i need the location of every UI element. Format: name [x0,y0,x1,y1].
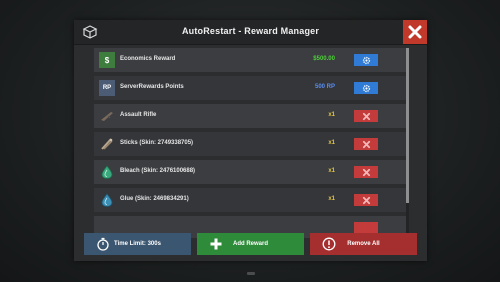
dollar-icon: $ [99,52,115,68]
edit-reward-button[interactable] [354,54,378,66]
bottom-marker [247,272,255,275]
gear-icon [362,56,370,64]
delete-icon [362,112,370,120]
reward-amount: x1 [328,196,335,202]
time-limit-button[interactable]: Time Limit: 300s [84,233,191,255]
reward-label: ServerRewards Points [120,84,184,90]
reward-amount: x1 [328,168,335,174]
delete-icon [362,196,370,204]
add-reward-label: Add Reward [232,241,268,247]
reward-manager-panel: AutoRestart - Reward Manager $ Economics… [74,20,427,261]
close-icon [408,25,422,39]
panel-title: AutoRestart - Reward Manager [181,26,320,36]
reward-label: Bleach (Skin: 2476100688) [120,168,196,174]
stopwatch-icon [97,237,109,251]
scrollbar-thumb[interactable] [406,48,409,203]
rp-icon: RP [99,80,115,96]
reward-row: Glue (Skin: 2469834291) x1 [94,188,406,213]
reward-row: $ Economics Reward $500.00 [94,48,406,73]
reward-label: Sticks (Skin: 2749338705) [120,140,194,146]
add-reward-button[interactable]: Add Reward [197,233,304,255]
reward-label: Economics Reward [120,56,176,62]
time-limit-label: Time Limit: 300s [114,241,161,247]
close-button[interactable] [403,20,427,44]
reward-list[interactable]: $ Economics Reward $500.00 RP ServerRewa… [94,48,406,238]
delete-icon [362,140,370,148]
reward-amount: x1 [328,140,335,146]
rifle-icon [101,112,113,121]
reward-amount: x1 [328,112,335,118]
glue-icon [101,193,113,207]
gear-icon [362,84,370,92]
reward-row: Sticks (Skin: 2749338705) x1 [94,132,406,157]
reward-row: Assault Rifle x1 [94,104,406,129]
remove-all-label: Remove All [347,241,380,247]
alert-icon [322,237,336,251]
delete-reward-button[interactable] [354,166,378,178]
delete-reward-button[interactable] [354,138,378,150]
panel-header: AutoRestart - Reward Manager [74,20,427,45]
plus-icon [210,238,222,250]
delete-reward-button[interactable] [354,194,378,206]
reward-row: RP ServerRewards Points 500 RP [94,76,406,101]
remove-all-button[interactable]: Remove All [310,233,417,255]
reward-label: Glue (Skin: 2469834291) [120,196,189,202]
delete-reward-button[interactable] [354,110,378,122]
bleach-icon [101,165,113,179]
edit-reward-button[interactable] [354,82,378,94]
reward-label: Assault Rifle [120,112,157,118]
reward-amount: 500 RP [314,84,335,90]
reward-row: Bleach (Skin: 2476100688) x1 [94,160,406,185]
sticks-icon [101,138,113,150]
delete-icon [362,168,370,176]
reward-amount: $500.00 [313,56,335,62]
list-scrollbar[interactable] [406,48,409,238]
